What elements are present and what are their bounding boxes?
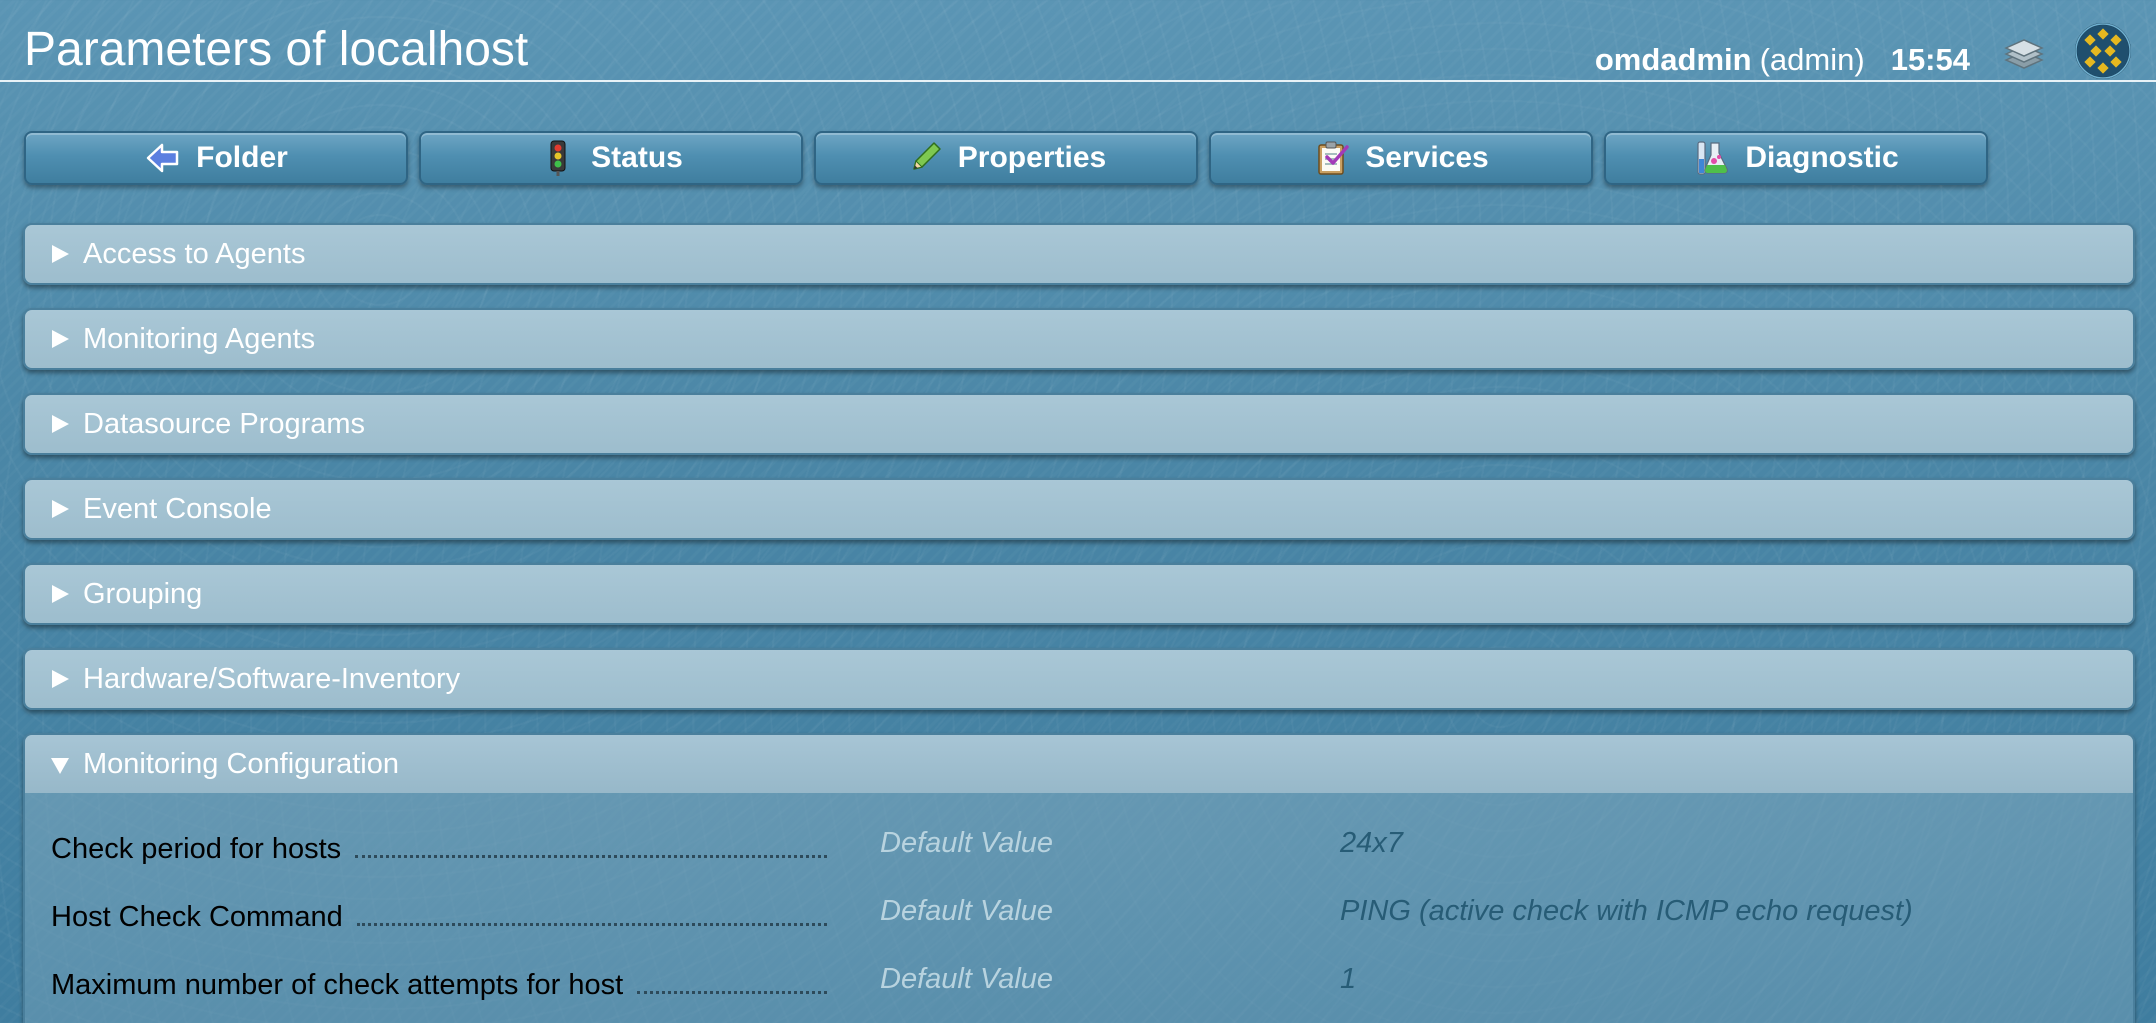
section-title: Access to Agents — [83, 237, 306, 270]
triangle-right-icon — [52, 500, 69, 518]
user-info: omdadmin (admin) 15:54 — [1595, 40, 1970, 80]
param-label[interactable]: Check period for hosts — [51, 832, 341, 866]
section-hardware-software-inventory: Hardware/Software-Inventory — [23, 648, 2135, 710]
diagnostic-button[interactable]: Diagnostic — [1604, 131, 1988, 185]
section-datasource-programs: Datasource Programs — [23, 393, 2135, 455]
page-header: Parameters of localhost omdadmin (admin) 1… — [0, 0, 2156, 82]
checkmk-logo-icon[interactable] — [2074, 22, 2132, 80]
dotted-leader — [355, 854, 827, 858]
diagnostic-button-label: Diagnostic — [1745, 141, 1899, 174]
section-grouping: Grouping — [23, 563, 2135, 625]
section-header-monitoring-agents[interactable]: Monitoring Agents — [25, 310, 2133, 368]
section-monitoring-agents: Monitoring Agents — [23, 308, 2135, 370]
user-role: (admin) — [1759, 42, 1865, 77]
flask-icon — [1697, 141, 1729, 175]
section-title: Monitoring Agents — [83, 322, 316, 355]
param-label-wrap: Maximum number of check attempts for hos… — [51, 962, 827, 1002]
section-access-to-agents: Access to Agents — [23, 223, 2135, 285]
folder-button-label: Folder — [196, 141, 288, 174]
services-button[interactable]: Services — [1209, 131, 1593, 185]
section-header-access-to-agents[interactable]: Access to Agents — [25, 225, 2133, 283]
back-arrow-icon — [146, 143, 179, 173]
triangle-right-icon — [52, 670, 69, 688]
section-header-datasource-programs[interactable]: Datasource Programs — [25, 395, 2133, 453]
page-title: Parameters of localhost — [24, 23, 529, 76]
param-label-wrap: Check period for hosts — [51, 826, 827, 866]
param-label-wrap: Host Check Command — [51, 894, 827, 934]
triangle-right-icon — [52, 330, 69, 348]
triangle-right-icon — [52, 585, 69, 603]
traffic-light-icon — [550, 140, 566, 176]
status-button[interactable]: Status — [419, 131, 803, 185]
param-current-value: PING (active check with ICMP echo reques… — [1340, 895, 1913, 927]
dotted-leader — [356, 922, 827, 926]
section-header-hardware-software-inventory[interactable]: Hardware/Software-Inventory — [25, 650, 2133, 708]
section-title: Grouping — [83, 577, 203, 610]
properties-button[interactable]: Properties — [814, 131, 1198, 185]
clock: 15:54 — [1890, 42, 1970, 77]
param-row-host-check-command: Host Check Command Default Value PING (a… — [51, 894, 2111, 934]
section-header-event-console[interactable]: Event Console — [25, 480, 2133, 538]
triangle-right-icon — [52, 245, 69, 263]
param-label[interactable]: Host Check Command — [51, 900, 343, 934]
param-row-check-period: Check period for hosts Default Value 24x… — [51, 826, 2111, 866]
section-event-console: Event Console — [23, 478, 2135, 540]
section-monitoring-configuration: Monitoring Configuration Check period fo… — [23, 733, 2135, 1023]
sidebar-toggle-icon[interactable] — [2000, 34, 2048, 78]
properties-button-label: Properties — [957, 141, 1107, 174]
param-label[interactable]: Maximum number of check attempts for hos… — [51, 968, 623, 1002]
pencil-icon — [913, 142, 941, 170]
section-title: Datasource Programs — [83, 407, 366, 440]
clipboard-check-icon — [1318, 141, 1350, 175]
param-current-value: 1 — [1340, 963, 1357, 995]
triangle-right-icon — [52, 415, 69, 433]
triangle-down-icon — [51, 758, 69, 774]
dotted-leader — [637, 990, 827, 994]
username[interactable]: omdadmin — [1595, 42, 1752, 77]
section-title: Event Console — [83, 492, 272, 525]
param-default-value: Default Value — [880, 963, 1054, 995]
folder-button[interactable]: Folder — [24, 131, 408, 185]
param-default-value: Default Value — [880, 895, 1054, 927]
section-header-grouping[interactable]: Grouping — [25, 565, 2133, 623]
param-row-max-check-attempts: Maximum number of check attempts for hos… — [51, 962, 2111, 1002]
param-default-value: Default Value — [880, 827, 1054, 859]
section-title: Monitoring Configuration — [83, 747, 399, 780]
section-header-monitoring-configuration[interactable]: Monitoring Configuration — [25, 735, 2133, 793]
param-current-value: 24x7 — [1340, 827, 1403, 859]
status-button-label: Status — [591, 141, 683, 174]
services-button-label: Services — [1365, 141, 1489, 174]
section-title: Hardware/Software-Inventory — [83, 662, 461, 695]
context-button-bar: Folder Status Properties Services Diagno… — [24, 131, 1988, 185]
